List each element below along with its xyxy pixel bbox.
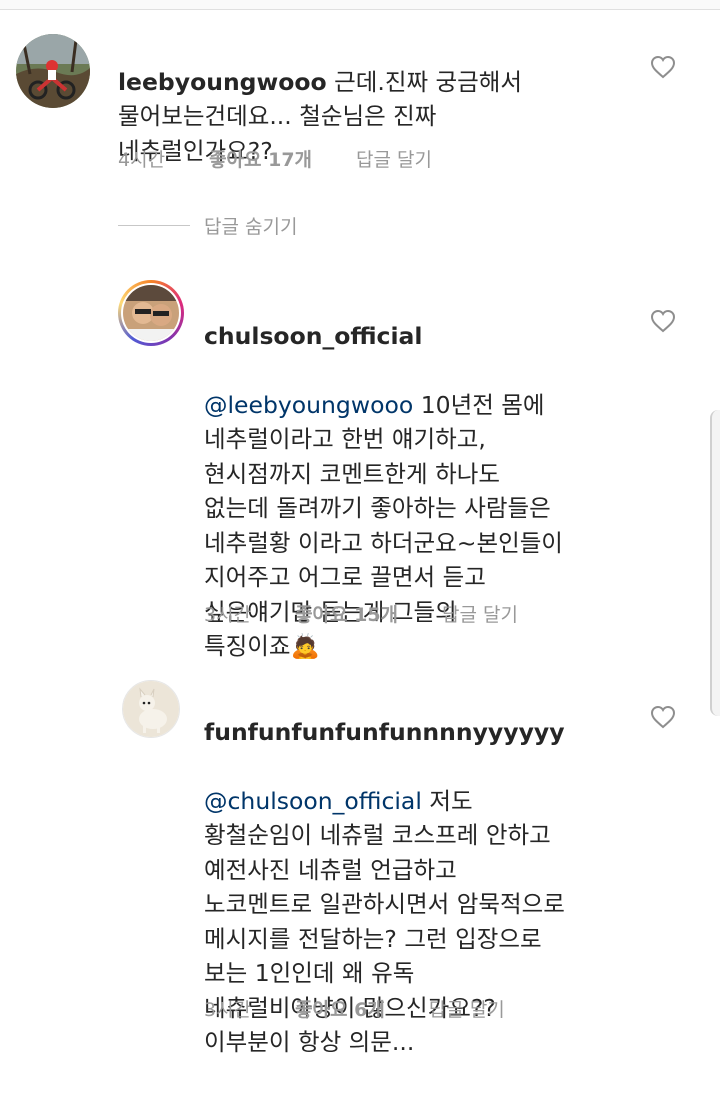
avatar xyxy=(123,285,179,341)
scrollbar[interactable] xyxy=(710,410,720,716)
avatar[interactable] xyxy=(122,680,180,738)
person-bowing-emoji: 🙇 xyxy=(290,632,320,660)
hide-replies-row[interactable]: 답글 숨기기 xyxy=(118,212,297,239)
comment-username[interactable]: leebyoungwooo xyxy=(118,68,327,96)
comment-time: 3시간 xyxy=(204,604,252,626)
comment-text: 근데.진짜 궁금해서 xyxy=(326,67,523,96)
comment-likes[interactable]: 좋아요 15개 xyxy=(295,600,398,627)
top-edge xyxy=(0,0,720,10)
comment-username[interactable]: chulsoon_official xyxy=(204,319,704,354)
avatar[interactable] xyxy=(16,34,90,108)
comment-time: 3시간 xyxy=(204,999,252,1021)
mention-link[interactable]: @leebyoungwooo xyxy=(204,391,413,419)
comment-text-continued: 황철순임이 네츄럴 코스프레 안하고 예전사진 네츄럴 언급하고 노코멘트로 일… xyxy=(204,821,565,1056)
reply-button[interactable]: 답글 달기 xyxy=(356,145,432,172)
heart-outline-icon[interactable] xyxy=(650,705,676,729)
comment-username[interactable]: funfunfunfunfunnnnyyyyyy xyxy=(204,715,704,750)
reply-button[interactable]: 답글 달기 xyxy=(442,600,518,627)
avatar-story-ring[interactable] xyxy=(118,280,184,346)
reply-button[interactable]: 답글 달기 xyxy=(429,995,505,1022)
divider xyxy=(118,225,190,226)
comment-likes[interactable]: 좋아요 17개 xyxy=(209,145,312,172)
mention-link[interactable]: @chulsoon_official xyxy=(204,787,422,815)
comment-time: 4시간 xyxy=(118,149,166,171)
hide-replies-button[interactable]: 답글 숨기기 xyxy=(204,212,297,239)
comment-text: 10년전 몸에 xyxy=(413,390,545,419)
heart-outline-icon[interactable] xyxy=(650,309,676,333)
heart-outline-icon[interactable] xyxy=(650,55,676,79)
comment-likes[interactable]: 좋아요 6개 xyxy=(295,995,385,1022)
comment-text: 저도 xyxy=(421,786,473,815)
